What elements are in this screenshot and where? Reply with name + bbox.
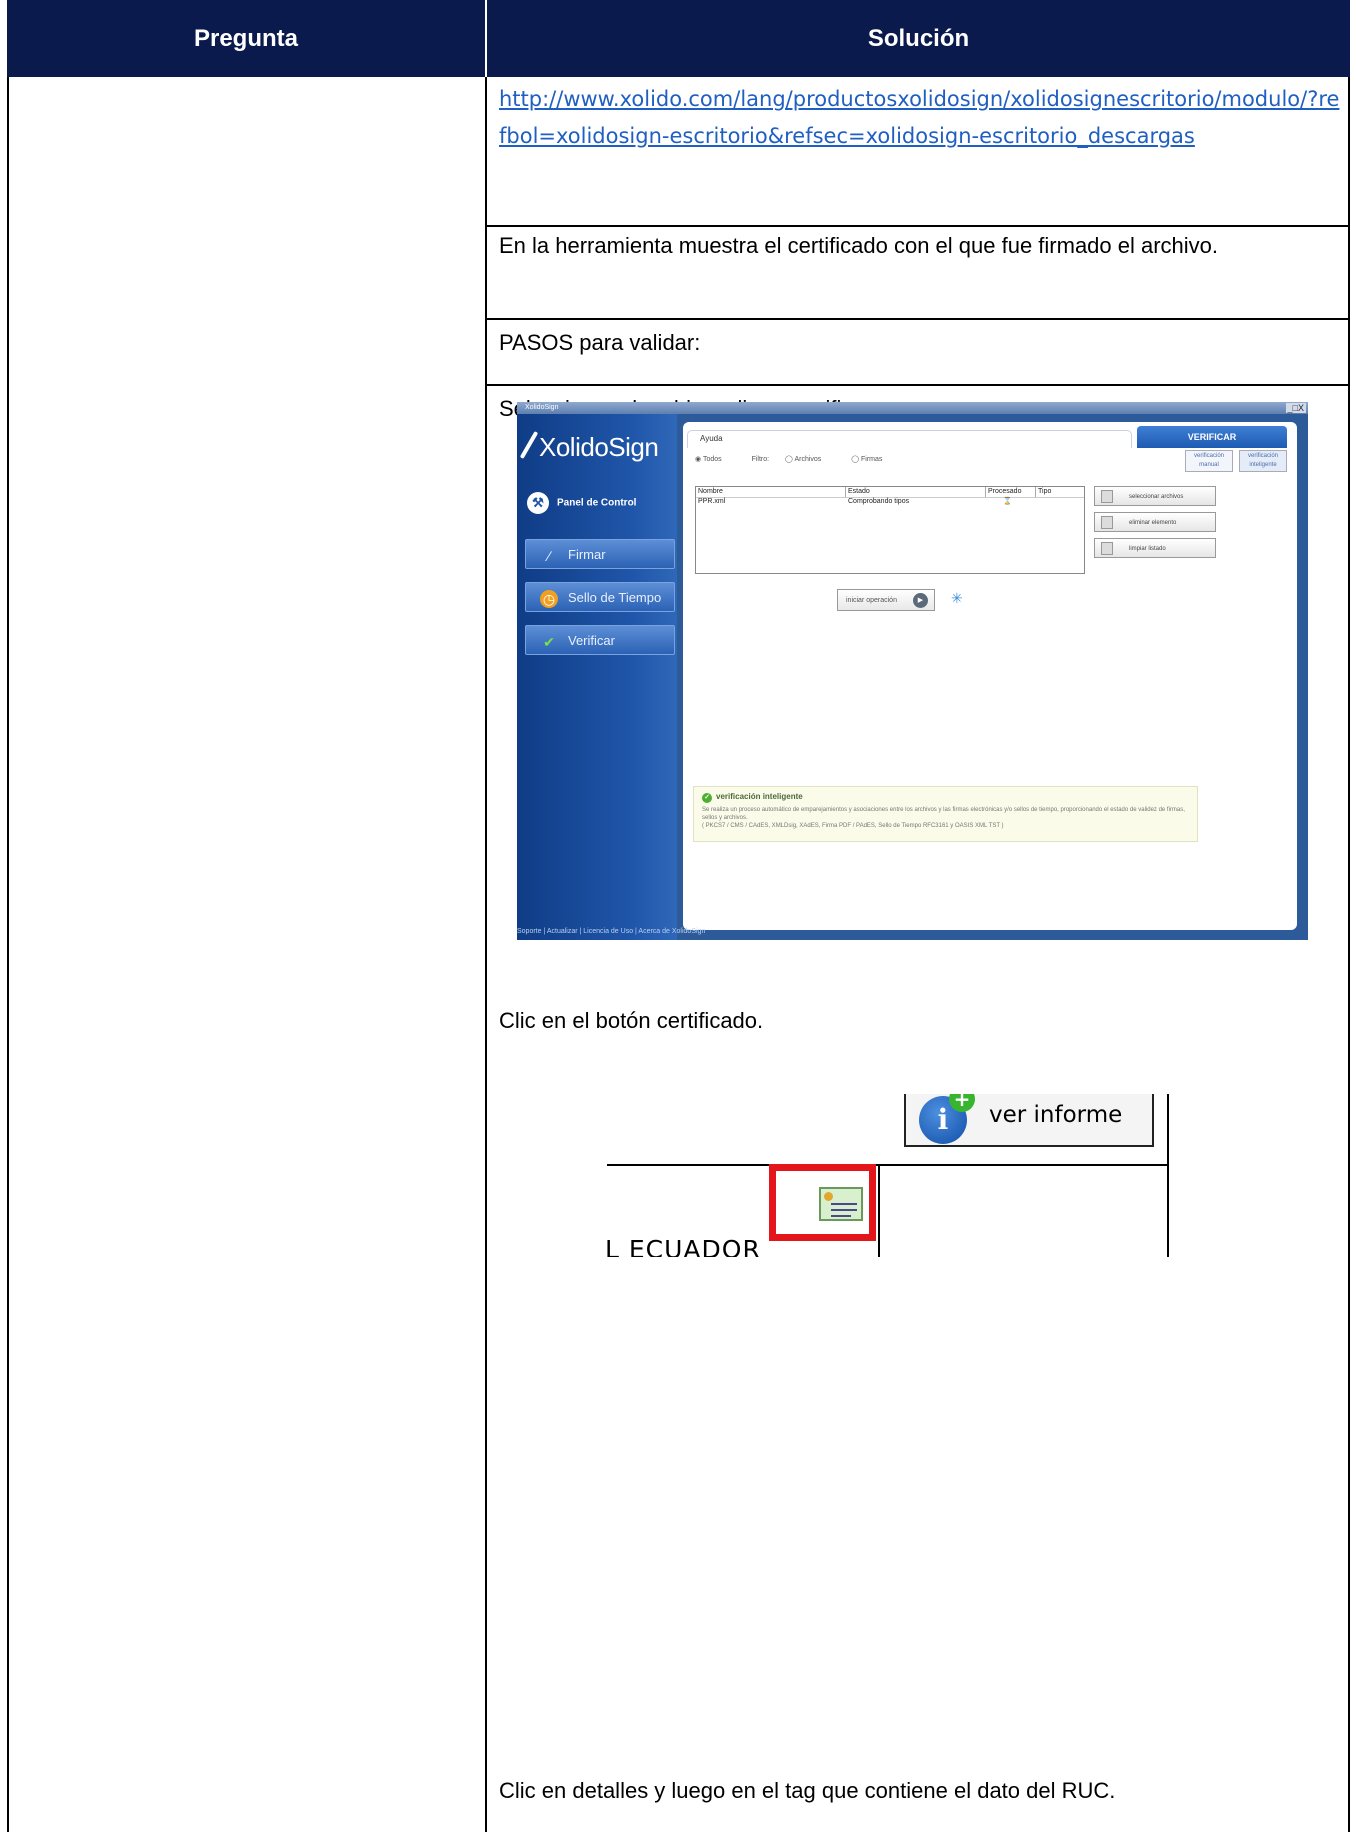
radio-archivos[interactable]: ◯ Archivos — [785, 456, 835, 463]
certificado-text: En la herramienta muestra el certificado… — [499, 233, 1219, 258]
step3-text: Clic en detalles y luego en el tag que c… — [499, 1778, 1116, 1803]
cell-estado: Comprobando tipos — [848, 498, 910, 505]
document-icon — [1101, 542, 1113, 555]
window-title: XolidoSign — [525, 404, 559, 411]
file-grid: Nombre Estado Procesado Tipo PPR.xml Com… — [695, 486, 1085, 574]
limpiar-listado-button[interactable]: limpiar listado — [1094, 538, 1216, 558]
clock-icon: ◷ — [540, 589, 558, 608]
info-title: ✓ verificación inteligente — [702, 793, 1197, 803]
row-download-link: http://www.xolido.com/lang/productosxoli… — [487, 77, 1350, 227]
nav-verificar[interactable]: ✔ Verificar — [525, 625, 675, 655]
pregunta-column — [7, 77, 487, 1832]
document-icon — [1101, 516, 1113, 529]
nav-firmar[interactable]: ∕ Firmar — [525, 539, 675, 569]
panel-de-control[interactable]: ⚒ Panel de Control — [527, 492, 636, 514]
header-solucion: Solución — [487, 0, 1350, 77]
window-controls[interactable]: _□X — [1285, 403, 1306, 413]
loading-spinner-icon: ✳ — [951, 590, 963, 606]
filter-label: Filtro: — [751, 456, 770, 463]
document-icon — [1101, 490, 1113, 503]
col-estado[interactable]: Estado — [846, 487, 986, 497]
row-certificado: En la herramienta muestra el certificado… — [487, 227, 1350, 320]
mode-manual[interactable]: verificación manual — [1185, 450, 1233, 472]
info-formats: ( PKCS7 / CMS / CAdES, XMLDsig, XAdES, F… — [702, 823, 1004, 829]
mode-inteligente[interactable]: verificación inteligente — [1239, 450, 1287, 472]
check-icon: ✔ — [543, 633, 555, 650]
wrench-icon: ⚒ — [527, 492, 549, 514]
col-procesado[interactable]: Procesado — [986, 487, 1036, 497]
pen-icon: ∕ — [547, 547, 551, 564]
window-titlebar: XolidoSign _□X — [517, 402, 1308, 414]
iniciar-operacion-button[interactable]: iniciar operación ▶ — [837, 589, 935, 611]
info-text: Se realiza un proceso automático de empa… — [702, 807, 1185, 821]
cell-nombre[interactable]: PPR.xml — [696, 497, 725, 507]
play-icon: ▶ — [913, 593, 928, 608]
radio-todos[interactable]: ◉ Todos — [695, 456, 736, 463]
col-nombre[interactable]: Nombre — [696, 487, 846, 497]
verificar-header: VERIFICAR — [1137, 426, 1287, 448]
grid-line — [607, 1164, 1167, 1166]
check-icon: ✓ — [702, 793, 712, 803]
hourglass-icon: ⌛ — [1003, 498, 1012, 505]
partial-text: L ECUADOR — [607, 1235, 761, 1257]
step2-text: Clic en el botón certificado. — [499, 1008, 764, 1033]
xolidosign-logo: XolidoSign — [519, 430, 659, 463]
pasos-heading: PASOS para validar: — [499, 330, 701, 355]
row-pasos: PASOS para validar: — [487, 320, 1350, 386]
info-box: ✓ verificación inteligente Se realiza un … — [693, 786, 1198, 842]
header-pregunta: Pregunta — [7, 0, 487, 77]
download-link[interactable]: http://www.xolido.com/lang/productosxoli… — [499, 81, 1344, 155]
seleccionar-archivos-button[interactable]: seleccionar archivos — [1094, 486, 1216, 506]
nav-sello-de-tiempo[interactable]: ◷ Sello de Tiempo — [525, 582, 675, 612]
tab-ayuda[interactable]: Ayuda — [687, 430, 1132, 448]
eliminar-elemento-button[interactable]: eliminar elemento — [1094, 512, 1216, 532]
xolidosign-screenshot: XolidoSign _□X XolidoSign ⚒ Panel de Cont… — [517, 402, 1308, 940]
grid-line — [878, 1164, 880, 1257]
certificado-screenshot: i + ver informe L ECUADOR — [607, 1094, 1212, 1257]
filter-radios: ◉ Todos Filtro: ◯ Archivos ◯ Firmas — [695, 455, 910, 463]
highlight-box — [769, 1164, 876, 1241]
footer-links[interactable]: Soporte | Actualizar | Licencia de Uso |… — [517, 928, 705, 935]
col-tipo[interactable]: Tipo — [1036, 487, 1084, 497]
radio-firmas[interactable]: ◯ Firmas — [851, 456, 896, 463]
grid-line — [1167, 1094, 1169, 1257]
ver-informe-label: ver informe — [989, 1102, 1123, 1128]
document-page: Pregunta Solución http://www.xolido.com/… — [0, 0, 1356, 1832]
